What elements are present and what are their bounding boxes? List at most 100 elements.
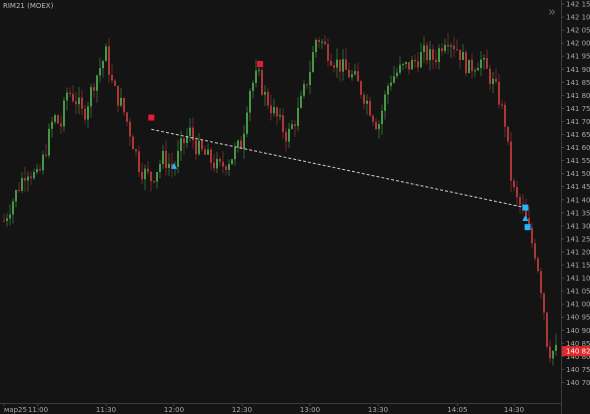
candle-body (390, 82, 392, 86)
candle-body (381, 110, 383, 125)
candle-body (195, 140, 197, 155)
candle-body (489, 68, 491, 84)
price-tick-label: 141 750 (566, 105, 590, 113)
candle-body (477, 68, 479, 71)
price-tick-label: 140 950 (566, 314, 590, 322)
candle-body (480, 59, 482, 69)
candle-body (39, 169, 41, 171)
candle-body (339, 59, 341, 72)
candle-body (114, 80, 116, 86)
candle-body (180, 138, 182, 151)
candle-body (201, 140, 203, 150)
candle-body (351, 74, 353, 78)
candle-body (402, 64, 404, 66)
candle-body (417, 61, 419, 68)
candle-body (273, 107, 275, 114)
candle-body (318, 39, 320, 42)
price-tick-label: 141 150 (566, 262, 590, 270)
candle-body (261, 69, 263, 95)
last-price-tag: 140 820 (562, 346, 590, 357)
candle-body (168, 163, 170, 168)
time-axis: мар25 11:00 11:30 12:00 12:30 13:00 13:30 14:05… (3, 403, 524, 414)
candle-body (246, 112, 248, 134)
candle-body (429, 49, 431, 61)
candle-body (159, 164, 161, 173)
candle-body (366, 100, 368, 104)
candle-body (228, 164, 230, 170)
price-tick-label: 141 250 (566, 235, 590, 243)
candle-body (207, 149, 209, 155)
candle-body (3, 220, 5, 222)
price-tick-label: 142 050 (566, 27, 590, 35)
candle-body (231, 159, 233, 165)
candle-body (87, 106, 89, 120)
price-tick-label: 140 700 (566, 379, 590, 387)
candle-body (378, 124, 380, 130)
price-tick-label: 141 600 (566, 144, 590, 152)
candle-body (288, 128, 290, 142)
candle-body (204, 149, 206, 155)
candle-body (183, 138, 185, 144)
trade-link-line (151, 128, 526, 209)
candle-body (330, 60, 332, 66)
candle-body (162, 150, 164, 165)
candle-body (357, 71, 359, 82)
candle-series (3, 33, 557, 366)
candle-body (147, 168, 149, 172)
candle-body (399, 64, 401, 73)
candle-body (321, 41, 323, 43)
candle-body (66, 92, 68, 101)
candle-body (546, 312, 548, 347)
candle-body (333, 65, 335, 68)
candle-body (282, 115, 284, 133)
candle-body (234, 147, 236, 160)
candle-body (210, 149, 212, 163)
price-tick-label: 141 450 (566, 183, 590, 191)
price-tick-label: 141 300 (566, 222, 590, 230)
candle-body (372, 115, 374, 122)
buy-triangle-marker (522, 215, 529, 222)
price-tick-label: 141 100 (566, 275, 590, 283)
candle-body (45, 154, 47, 156)
price-chart[interactable]: 142 150 142 100 142 050 142 000 141 950 141 9… (0, 0, 590, 414)
price-tick-label: 140 900 (566, 327, 590, 335)
candle-body (369, 100, 371, 116)
time-tick-label: 11:00 (28, 406, 48, 414)
candle-body (405, 62, 407, 65)
candle-body (510, 141, 512, 181)
price-tick-label: 141 650 (566, 131, 590, 139)
candle-body (252, 83, 254, 91)
candle-body (24, 178, 26, 181)
candle-body (30, 176, 32, 179)
candle-body (309, 72, 311, 85)
candle-body (285, 132, 287, 142)
price-tick-label: 141 550 (566, 157, 590, 165)
candle-body (60, 123, 62, 127)
candle-body (327, 44, 329, 61)
candle-body (156, 172, 158, 182)
candle-body (18, 190, 20, 192)
candle-body (312, 52, 314, 73)
candle-body (549, 346, 551, 359)
candle-body (15, 190, 17, 202)
candle-body (531, 227, 533, 244)
candle-body (153, 181, 155, 183)
price-tick-label: 141 700 (566, 118, 590, 126)
candle-body (51, 121, 53, 129)
candle-body (93, 87, 95, 91)
candle-body (243, 133, 245, 149)
candle-body (177, 150, 179, 167)
candle-body (27, 176, 29, 181)
candle-body (519, 197, 521, 205)
candle-body (408, 62, 410, 70)
candle-body (426, 45, 428, 61)
candle-body (342, 59, 344, 72)
candle-body (36, 169, 38, 173)
candle-body (444, 44, 446, 52)
candle-body (57, 115, 59, 124)
candle-body (108, 46, 110, 75)
time-tick-label: 11:30 (96, 406, 116, 414)
candle-body (393, 76, 395, 83)
candle-body (75, 101, 77, 105)
candle-body (69, 92, 71, 94)
